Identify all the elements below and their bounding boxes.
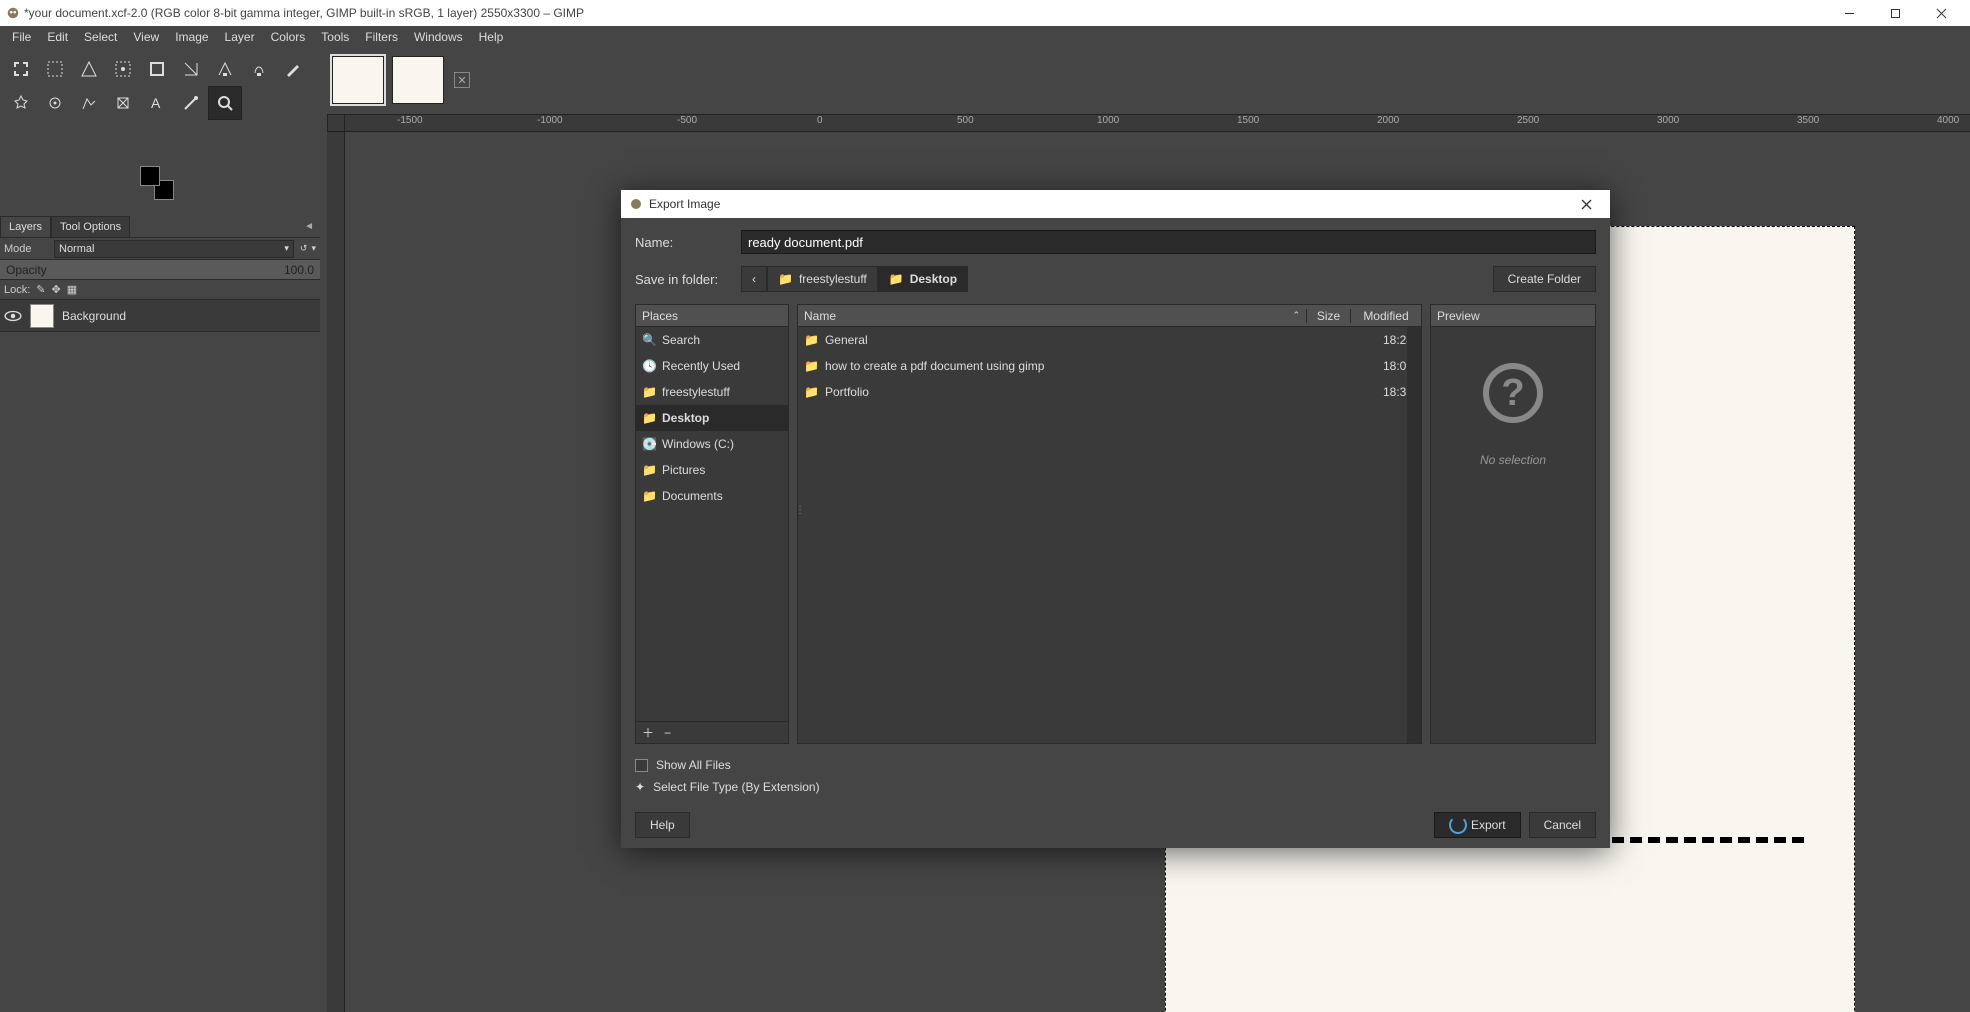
place-icon: 📁 xyxy=(642,489,656,503)
place-icon: 🕓 xyxy=(642,359,656,373)
menu-windows[interactable]: Windows xyxy=(406,26,471,48)
menu-file[interactable]: File xyxy=(4,26,39,48)
file-modified: 18:24 xyxy=(1345,333,1415,347)
sort-ascending-icon[interactable]: ⌃ xyxy=(1292,310,1300,321)
column-header-name[interactable]: Name xyxy=(804,309,836,323)
menu-filters[interactable]: Filters xyxy=(357,26,406,48)
export-image-dialog: Export Image Name: Save in folder: ‹ 📁 xyxy=(621,190,1610,848)
dialog-titlebar[interactable]: Export Image xyxy=(621,190,1610,218)
file-row[interactable]: 📁 Portfolio 18:35 xyxy=(798,379,1421,405)
gimp-app-icon xyxy=(6,6,20,20)
help-button[interactable]: Help xyxy=(635,812,690,838)
place-label: Recently Used xyxy=(662,359,740,373)
create-folder-button[interactable]: Create Folder xyxy=(1493,266,1596,292)
file-row[interactable]: 📁 how to create a pdf document using gimp… xyxy=(798,353,1421,379)
places-header: Places xyxy=(636,305,788,327)
remove-bookmark-button[interactable]: − xyxy=(664,726,671,740)
folder-icon: 📁 xyxy=(778,272,793,286)
place-icon: 💽 xyxy=(642,437,656,451)
place-icon: 🔍 xyxy=(642,333,656,347)
column-header-size[interactable]: Size xyxy=(1307,309,1351,323)
menu-colors[interactable]: Colors xyxy=(263,26,314,48)
no-preview-icon: ? xyxy=(1483,363,1543,423)
menu-layer[interactable]: Layer xyxy=(217,26,263,48)
places-item-windows-c-[interactable]: 💽 Windows (C:) xyxy=(636,431,788,457)
places-item-freestylestuff[interactable]: 📁 freestylestuff xyxy=(636,379,788,405)
filename-input[interactable] xyxy=(741,230,1596,254)
show-all-files-checkbox[interactable] xyxy=(635,759,648,772)
breadcrumb-back-button[interactable]: ‹ xyxy=(741,266,767,292)
cancel-button[interactable]: Cancel xyxy=(1529,812,1596,838)
folder-icon: 📁 xyxy=(804,333,819,347)
places-item-desktop[interactable]: 📁 Desktop xyxy=(636,405,788,431)
place-label: Pictures xyxy=(662,463,705,477)
folder-icon: 📁 xyxy=(804,385,819,399)
gimp-dialog-icon xyxy=(629,197,643,211)
place-icon: 📁 xyxy=(642,411,656,425)
select-file-type-label: Select File Type (By Extension) xyxy=(653,780,820,794)
places-item-pictures[interactable]: 📁 Pictures xyxy=(636,457,788,483)
places-sidebar: Places 🔍 Search 🕓 Recently Used 📁 freestylest… xyxy=(635,304,789,744)
file-name: Portfolio xyxy=(825,385,869,399)
place-label: Windows (C:) xyxy=(662,437,734,451)
places-item-search[interactable]: 🔍 Search xyxy=(636,327,788,353)
filename-label: Name: xyxy=(635,235,741,250)
breadcrumb: ‹ 📁 freestylestuff 📁 Desktop xyxy=(741,266,968,292)
file-list: ⋮ Name ⌃ Size Modified 📁 General 18:24 📁 how… xyxy=(797,304,1422,744)
window-maximize-button[interactable] xyxy=(1872,0,1918,26)
dialog-close-button[interactable] xyxy=(1570,192,1602,216)
no-selection-text: No selection xyxy=(1480,453,1546,467)
menu-view[interactable]: View xyxy=(125,26,167,48)
places-item-recently-used[interactable]: 🕓 Recently Used xyxy=(636,353,788,379)
file-name: General xyxy=(825,333,868,347)
window-titlebar: *your document.xcf-2.0 (RGB color 8-bit … xyxy=(0,0,1970,26)
place-label: Search xyxy=(662,333,700,347)
dialog-backdrop: Export Image Name: Save in folder: ‹ 📁 xyxy=(0,48,1970,1012)
select-file-type-expander[interactable]: ✦ Select File Type (By Extension) xyxy=(635,780,1596,794)
breadcrumb-item-user[interactable]: 📁 freestylestuff xyxy=(767,266,878,292)
preview-header: Preview xyxy=(1431,305,1595,327)
breadcrumb-item-desktop[interactable]: 📁 Desktop xyxy=(878,266,968,292)
menu-tools[interactable]: Tools xyxy=(313,26,357,48)
save-in-folder-label: Save in folder: xyxy=(635,272,741,287)
folder-icon: 📁 xyxy=(889,272,904,286)
window-minimize-button[interactable] xyxy=(1826,0,1872,26)
column-resize-handle[interactable]: ⋮ xyxy=(795,505,803,516)
preview-panel: Preview ? No selection xyxy=(1430,304,1596,744)
place-label: Desktop xyxy=(662,411,709,425)
file-row[interactable]: 📁 General 18:24 xyxy=(798,327,1421,353)
expander-icon: ✦ xyxy=(635,780,645,794)
file-list-scrollbar[interactable] xyxy=(1407,327,1421,743)
menu-edit[interactable]: Edit xyxy=(39,26,76,48)
places-item-documents[interactable]: 📁 Documents xyxy=(636,483,788,509)
file-name: how to create a pdf document using gimp xyxy=(825,359,1044,373)
menu-image[interactable]: Image xyxy=(167,26,216,48)
chevron-left-icon: ‹ xyxy=(752,272,756,286)
folder-icon: 📁 xyxy=(804,359,819,373)
file-modified: 18:35 xyxy=(1345,385,1415,399)
place-icon: 📁 xyxy=(642,463,656,477)
place-label: freestylestuff xyxy=(662,385,730,399)
window-title: *your document.xcf-2.0 (RGB color 8-bit … xyxy=(24,6,584,20)
main-menu-bar: FileEditSelectViewImageLayerColorsToolsF… xyxy=(0,26,1970,48)
dialog-title: Export Image xyxy=(649,197,720,211)
file-modified: 18:09 xyxy=(1345,359,1415,373)
menu-help[interactable]: Help xyxy=(471,26,512,48)
column-header-modified[interactable]: Modified xyxy=(1351,309,1421,323)
add-bookmark-button[interactable]: ＋ xyxy=(642,724,654,741)
place-icon: 📁 xyxy=(642,385,656,399)
export-button[interactable]: Export xyxy=(1434,812,1521,838)
show-all-files-label: Show All Files xyxy=(656,758,731,772)
menu-select[interactable]: Select xyxy=(76,26,125,48)
place-label: Documents xyxy=(662,489,723,503)
window-close-button[interactable] xyxy=(1918,0,1964,26)
